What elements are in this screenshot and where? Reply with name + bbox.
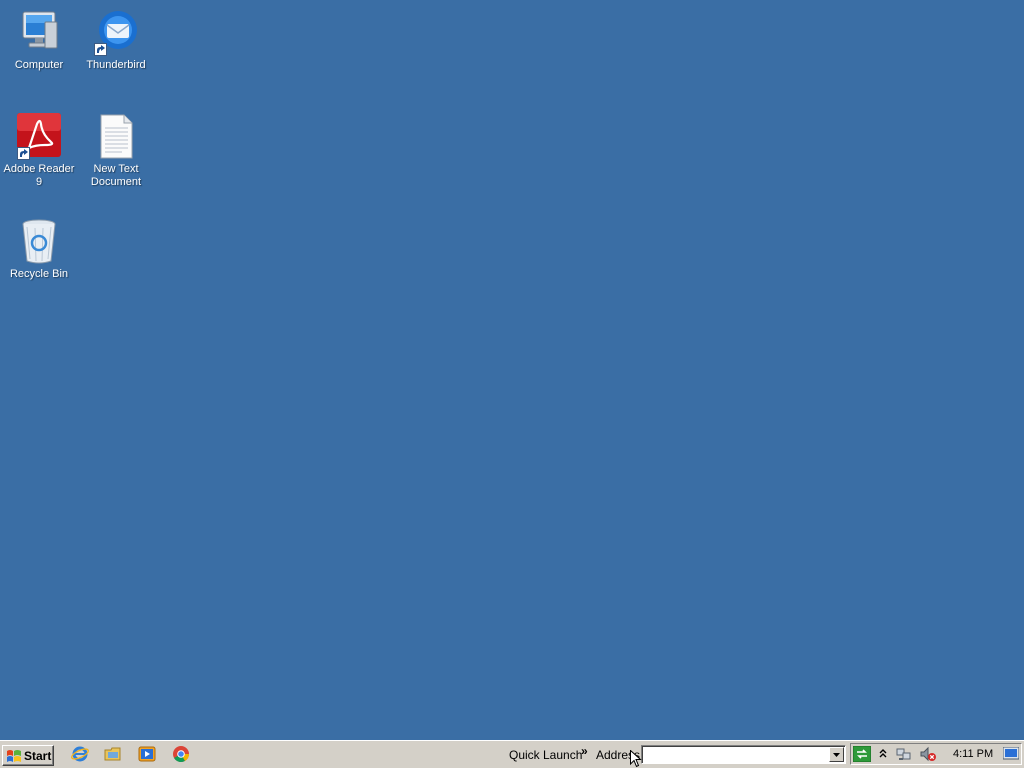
chrome-icon[interactable] [172,745,190,763]
text-document-icon [92,112,140,160]
show-desktop-icon[interactable] [1002,746,1020,763]
desktop-icon-label: Recycle Bin [9,268,69,280]
folder-icon[interactable] [104,745,122,763]
thunderbird-icon [92,8,140,56]
mouse-cursor-icon [630,750,642,768]
chevron-double-right-icon[interactable]: » [581,744,588,758]
start-button[interactable]: Start [2,745,54,766]
address-input[interactable] [644,747,828,762]
internet-explorer-icon[interactable] [71,745,89,763]
network-sync-icon[interactable] [852,745,872,763]
adobe-reader-icon [15,112,63,160]
computer-icon [15,8,63,56]
desktop-icon-thunderbird[interactable]: Thunderbird [77,8,155,72]
windows-flag-icon [7,749,21,762]
clock[interactable]: 4:11 PM [953,748,993,760]
desktop-icon-label: Computer [14,59,64,71]
address-bar[interactable] [641,745,846,764]
desktop-icon-recycle-bin[interactable]: Recycle Bin [0,217,78,281]
media-player-icon[interactable] [138,745,156,763]
system-tray: 4:11 PM [850,743,1022,765]
chevron-down-icon [833,752,840,757]
start-label: Start [24,748,52,763]
desktop-icon-label: Thunderbird [86,59,146,71]
network-icon[interactable] [896,746,912,762]
volume-muted-icon[interactable] [920,746,936,762]
quick-launch-label[interactable]: Quick Launch [509,748,582,762]
desktop-icon-new-text-document[interactable]: New Text Document [77,112,155,189]
show-hidden-icons-icon[interactable] [878,746,894,762]
shortcut-arrow-icon [17,147,30,160]
address-dropdown-button[interactable] [829,747,844,762]
desktop-icon-label: New Text Document [90,163,142,188]
desktop-icon-adobe-reader[interactable]: Adobe Reader 9 [0,112,78,189]
desktop-icon-computer[interactable]: Computer [0,8,78,72]
shortcut-arrow-icon [94,43,107,56]
desktop: Computer Thunderbird Adobe Reader 9 New … [0,0,1024,740]
recycle-bin-icon [15,217,63,265]
desktop-icon-label: Adobe Reader 9 [3,163,75,188]
